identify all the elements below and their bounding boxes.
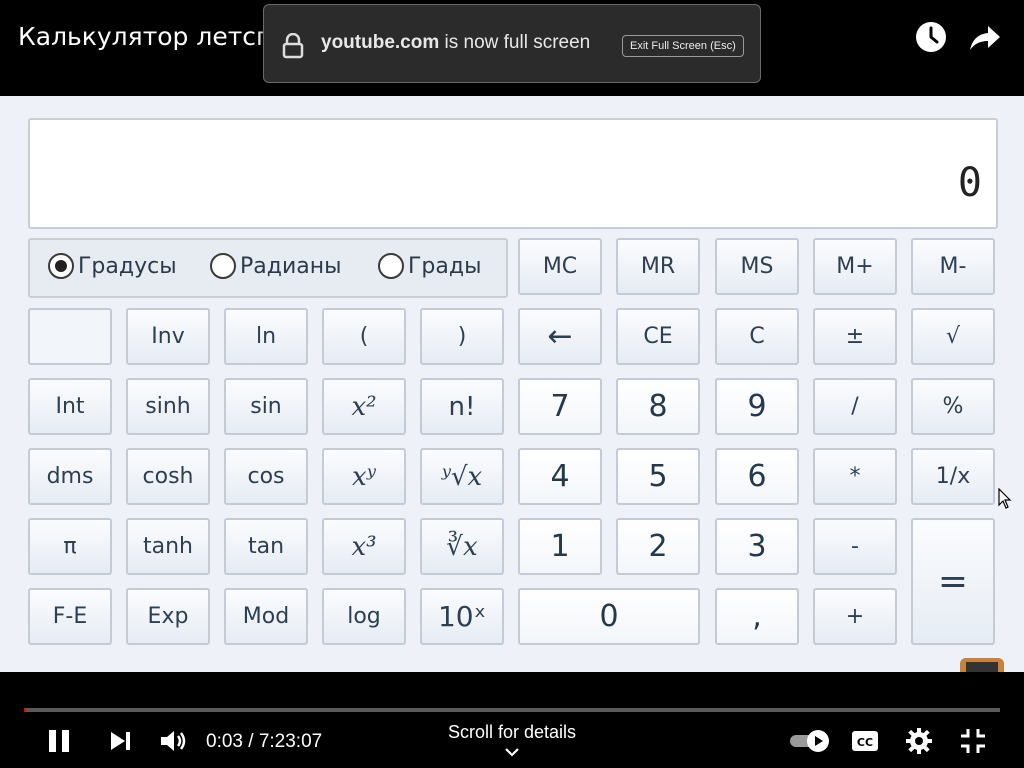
fullscreen-domain: youtube.com [321, 32, 440, 53]
svg-text:CC: CC [857, 736, 873, 749]
time-current: 0:03 [206, 731, 243, 752]
chevron-down-icon[interactable] [504, 746, 520, 758]
key-backspace[interactable]: ← [518, 308, 602, 365]
volume-icon[interactable] [158, 726, 188, 756]
key-tan[interactable]: tan [224, 518, 308, 575]
progress-bar[interactable] [24, 708, 1000, 712]
exit-fullscreen-button[interactable]: Exit Full Screen (Esc) [622, 35, 744, 57]
gear-icon[interactable] [904, 726, 934, 756]
video-title[interactable]: Калькулятор летсплей [18, 22, 268, 51]
key-tanh[interactable]: tanh [126, 518, 210, 575]
key-x-squared[interactable]: x² [322, 378, 406, 435]
radio-grads[interactable]: Грады [378, 253, 481, 279]
share-icon[interactable] [968, 20, 1002, 54]
key-close-paren[interactable]: ) [420, 308, 504, 365]
key-log[interactable]: log [322, 588, 406, 645]
key-cosh[interactable]: cosh [126, 448, 210, 505]
key-factorial[interactable]: n! [420, 378, 504, 435]
key-int[interactable]: Int [28, 378, 112, 435]
key-plus-minus[interactable]: ± [813, 308, 897, 365]
progress-fill [24, 708, 26, 712]
key-mr[interactable]: MR [616, 238, 700, 295]
radio-label: Градусы [78, 253, 177, 279]
radio-circle [210, 253, 236, 279]
radio-circle [378, 253, 404, 279]
key-4[interactable]: 4 [518, 448, 602, 505]
key-equals[interactable]: = [911, 518, 995, 645]
key-subtract[interactable]: - [813, 518, 897, 575]
time-total: 7:23:07 [258, 731, 323, 752]
scroll-for-details[interactable]: Scroll for details [434, 722, 590, 743]
key-7[interactable]: 7 [518, 378, 602, 435]
key-x-power-y[interactable]: xʸ [322, 448, 406, 505]
key-divide[interactable]: / [813, 378, 897, 435]
key-c[interactable]: C [715, 308, 799, 365]
key-x-cubed[interactable]: x³ [322, 518, 406, 575]
key-ms[interactable]: MS [715, 238, 799, 295]
key-ten-power-x[interactable]: 10ˣ [420, 588, 504, 645]
pause-icon[interactable] [44, 726, 74, 756]
next-icon[interactable] [106, 726, 136, 756]
key-open-paren[interactable]: ( [322, 308, 406, 365]
key-5[interactable]: 5 [616, 448, 700, 505]
captions-icon[interactable]: CC [850, 726, 880, 756]
key-ce[interactable]: CE [616, 308, 700, 365]
key-inv[interactable]: Inv [126, 308, 210, 365]
key-dms[interactable]: dms [28, 448, 112, 505]
key-mc[interactable]: MC [518, 238, 602, 295]
autoplay-toggle-icon[interactable] [788, 726, 832, 756]
key-sin[interactable]: sin [224, 378, 308, 435]
fullscreen-message-text: is now full screen [439, 32, 591, 53]
clock-icon[interactable] [914, 20, 948, 54]
fullscreen-message: youtube.com is now full screen [321, 32, 590, 54]
radio-label: Грады [408, 253, 482, 279]
key-y-root-x[interactable]: ʸ√x [420, 448, 504, 505]
key-exp[interactable]: Exp [126, 588, 210, 645]
fullscreen-notice: youtube.com is now full screen Exit Full… [263, 4, 761, 83]
key-sqrt[interactable]: √ [911, 308, 995, 365]
radio-circle-selected [48, 253, 74, 279]
key-f-e[interactable]: F-E [28, 588, 112, 645]
key-reciprocal[interactable]: 1/x [911, 448, 995, 505]
time-display: 0:03 / 7:23:07 [206, 731, 323, 752]
key-2[interactable]: 2 [616, 518, 700, 575]
calculator-display: 0 [28, 118, 998, 229]
radio-radians[interactable]: Радианы [210, 253, 342, 279]
key-ln[interactable]: ln [224, 308, 308, 365]
radio-degrees[interactable]: Градусы [48, 253, 177, 279]
key-0[interactable]: 0 [518, 588, 700, 645]
key-m-minus[interactable]: M- [911, 238, 995, 295]
key-m-plus[interactable]: M+ [813, 238, 897, 295]
key-cube-root[interactable]: ∛x [420, 518, 504, 575]
key-blank[interactable] [28, 308, 112, 365]
key-cos[interactable]: cos [224, 448, 308, 505]
key-decimal[interactable]: , [715, 588, 799, 645]
radio-label: Радианы [240, 253, 342, 279]
mouse-cursor-icon [998, 488, 1012, 509]
key-3[interactable]: 3 [715, 518, 799, 575]
key-mod[interactable]: Mod [224, 588, 308, 645]
lock-icon [282, 33, 304, 59]
key-1[interactable]: 1 [518, 518, 602, 575]
key-9[interactable]: 9 [715, 378, 799, 435]
exit-fullscreen-icon[interactable] [958, 726, 988, 756]
display-value: 0 [957, 160, 982, 206]
key-6[interactable]: 6 [715, 448, 799, 505]
key-pi[interactable]: π [28, 518, 112, 575]
player-controls: 0:03 / 7:23:07 Scroll for details CC [0, 672, 1024, 768]
video-player[interactable]: 0 Градусы Радианы Грады MC MR MS M+ M- I… [0, 96, 1024, 672]
key-add[interactable]: + [813, 588, 897, 645]
angle-mode-group: Градусы Радианы Грады [28, 238, 508, 298]
key-multiply[interactable]: * [813, 448, 897, 505]
key-percent[interactable]: % [911, 378, 995, 435]
key-sinh[interactable]: sinh [126, 378, 210, 435]
key-8[interactable]: 8 [616, 378, 700, 435]
